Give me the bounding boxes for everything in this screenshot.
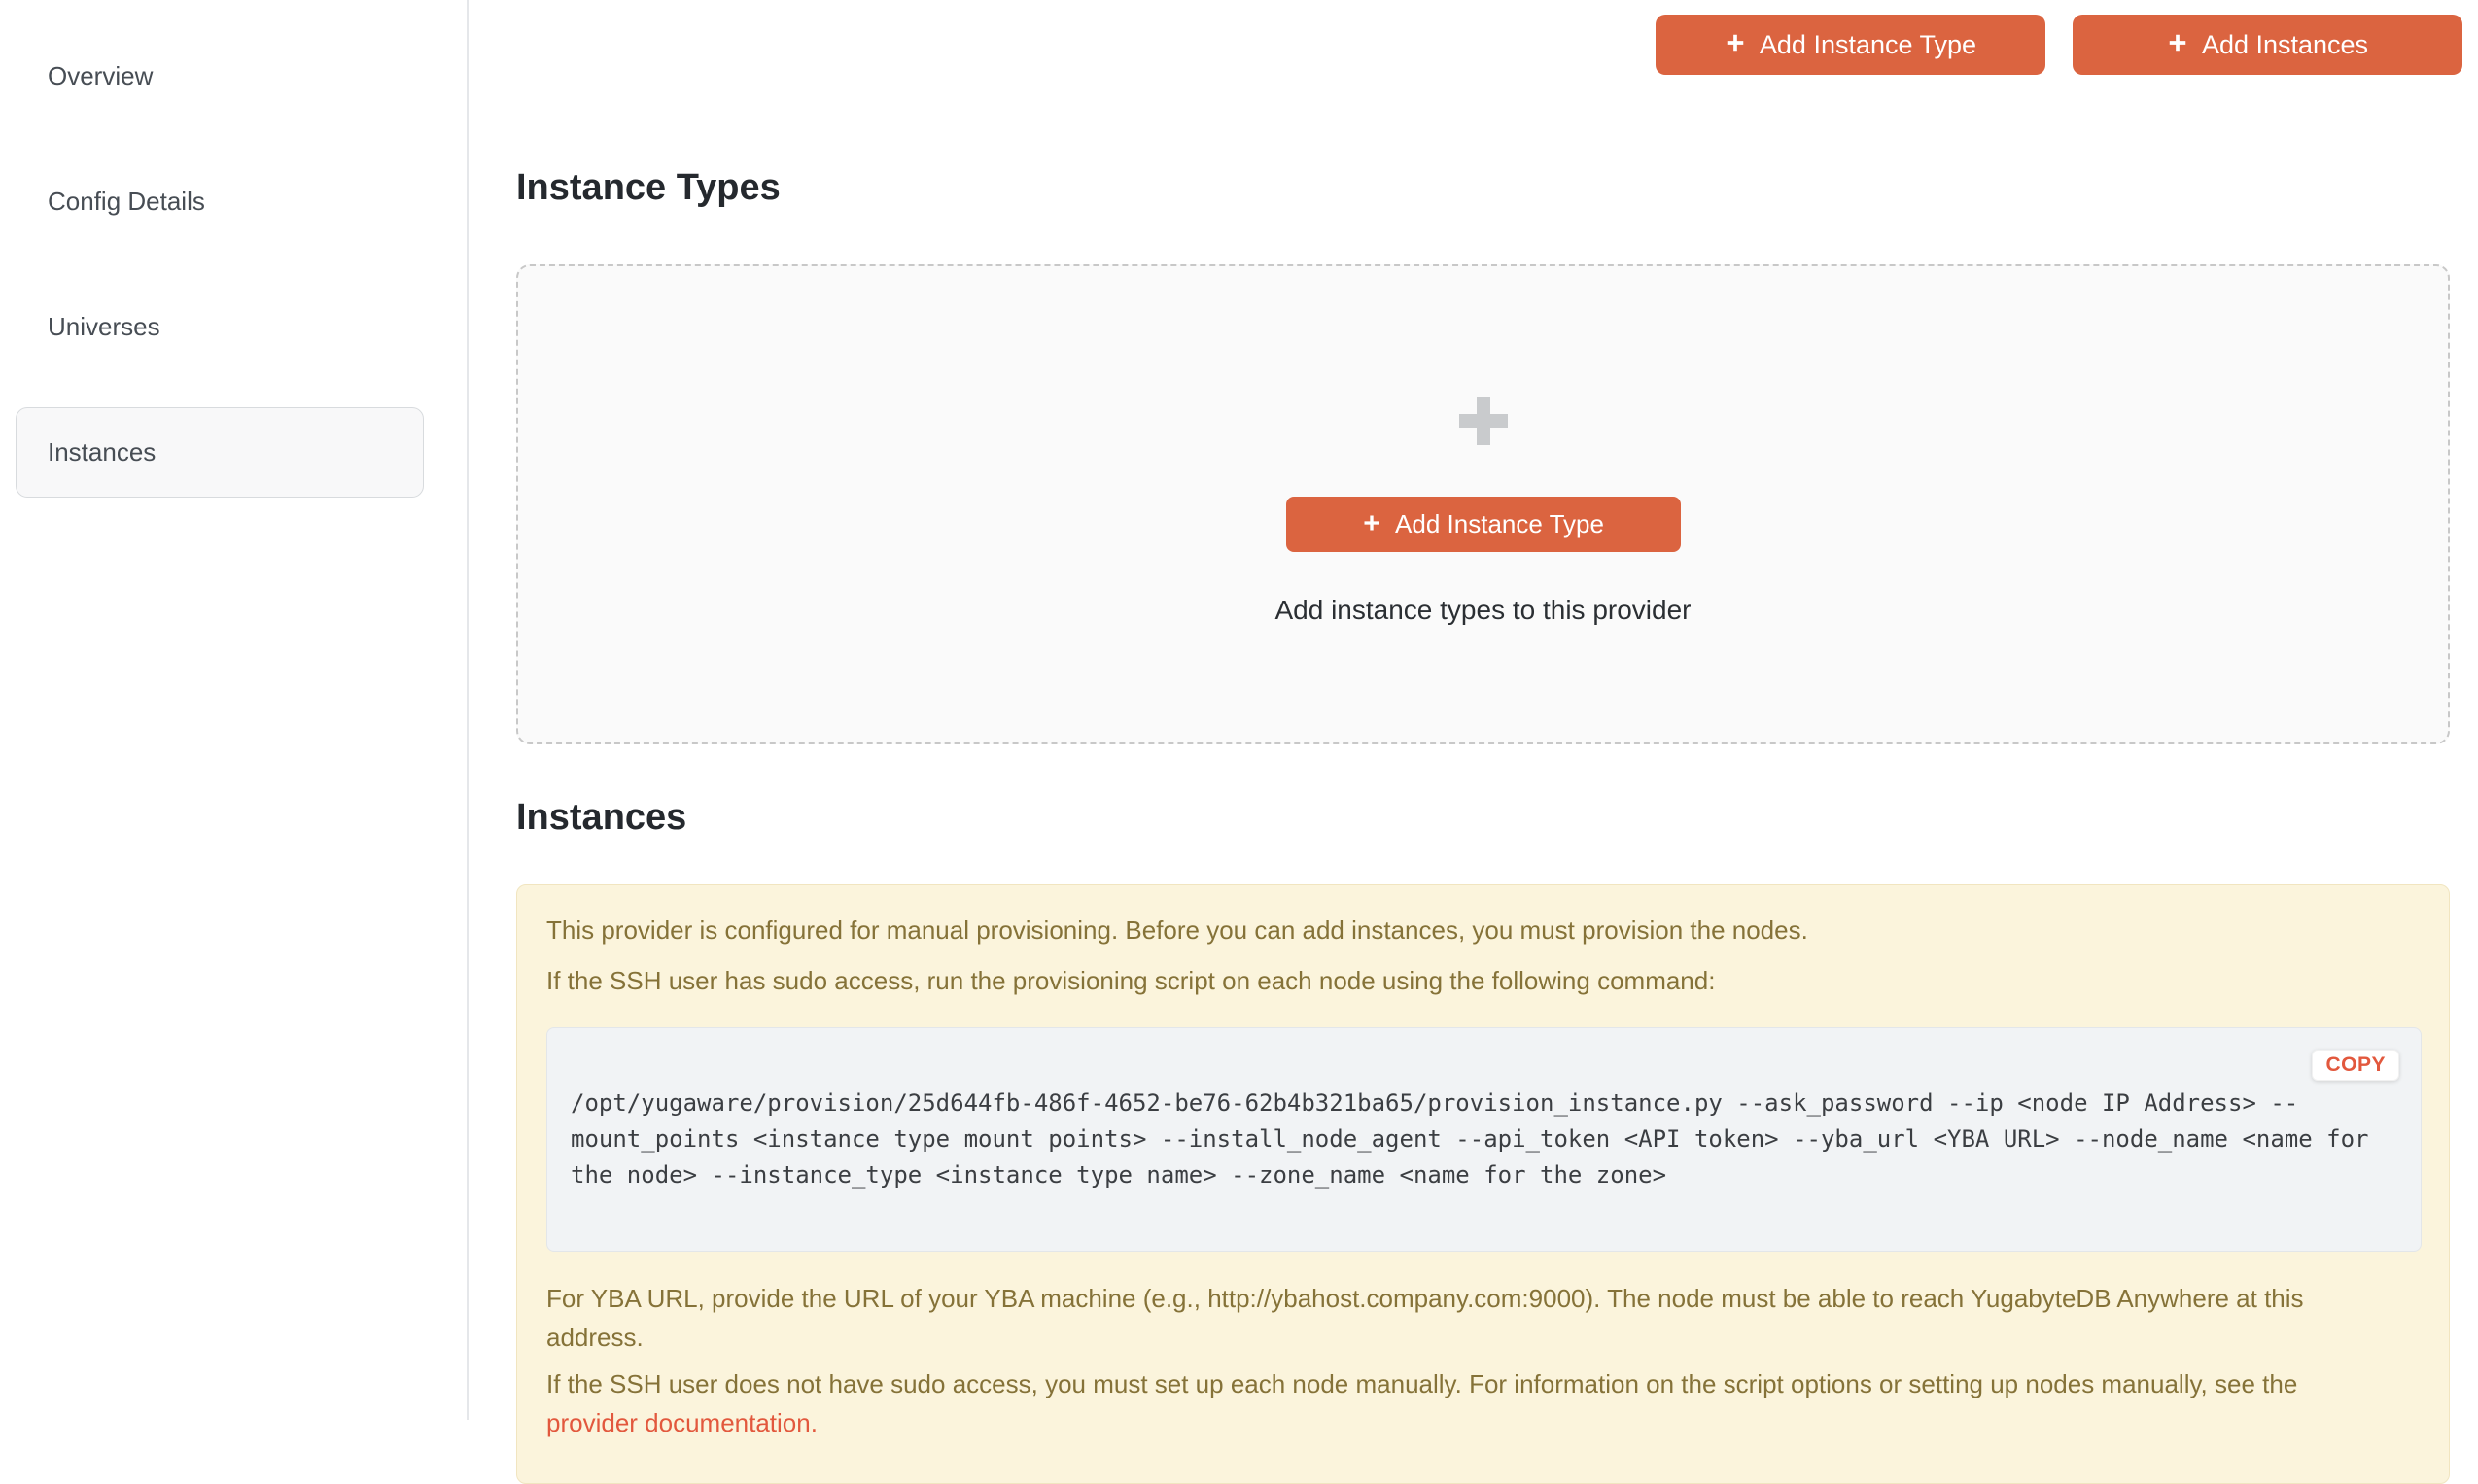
notice-paragraph-4: If the SSH user does not have sudo acces…	[546, 1364, 2420, 1442]
toolbar: Add Instance Type Add Instances	[1656, 15, 2462, 75]
add-instances-button[interactable]: Add Instances	[2073, 15, 2462, 75]
sidebar-item-label: Overview	[48, 61, 153, 91]
add-instances-button-label: Add Instances	[2202, 30, 2368, 60]
copy-button[interactable]: COPY	[2312, 1050, 2399, 1081]
provision-command-block: /opt/yugaware/provision/25d644fb-486f-46…	[546, 1027, 2422, 1252]
main-content: Add Instance Type Add Instances Instance…	[469, 0, 2478, 1420]
plus-icon	[1362, 509, 1381, 539]
add-instance-type-empty-button[interactable]: Add Instance Type	[1286, 497, 1681, 552]
empty-state-caption: Add instance types to this provider	[518, 595, 2448, 626]
instances-title: Instances	[516, 795, 2450, 840]
add-instance-type-empty-button-label: Add Instance Type	[1395, 509, 1604, 539]
plus-icon	[2167, 30, 2188, 60]
plus-icon	[1725, 30, 1746, 60]
add-instance-type-button[interactable]: Add Instance Type	[1656, 15, 2045, 75]
instance-types-empty-state: Add Instance Type Add instance types to …	[516, 264, 2450, 744]
notice-paragraph-2: If the SSH user has sudo access, run the…	[546, 961, 2420, 1000]
provisioning-notice: This provider is configured for manual p…	[516, 884, 2450, 1484]
sidebar-item-config-details[interactable]: Config Details	[16, 156, 424, 247]
provision-command-text: /opt/yugaware/provision/25d644fb-486f-46…	[571, 1089, 2369, 1189]
notice-paragraph-3: For YBA URL, provide the URL of your YBA…	[546, 1279, 2420, 1357]
sidebar-item-label: Instances	[48, 437, 156, 467]
notice-paragraph-4-text: If the SSH user does not have sudo acces…	[546, 1364, 2420, 1403]
plus-icon	[1455, 393, 1512, 454]
sidebar: Overview Config Details Universes Instan…	[0, 0, 469, 1420]
sidebar-item-universes[interactable]: Universes	[16, 282, 424, 372]
add-instance-type-button-label: Add Instance Type	[1760, 30, 1976, 60]
sidebar-item-instances[interactable]: Instances	[16, 407, 424, 498]
instance-types-title: Instance Types	[516, 165, 2450, 210]
notice-paragraph-1: This provider is configured for manual p…	[546, 911, 2420, 949]
sidebar-item-overview[interactable]: Overview	[16, 31, 424, 121]
sidebar-item-label: Config Details	[48, 187, 205, 217]
provider-documentation-link[interactable]: provider documentation.	[546, 1403, 2420, 1442]
sidebar-item-label: Universes	[48, 312, 160, 342]
